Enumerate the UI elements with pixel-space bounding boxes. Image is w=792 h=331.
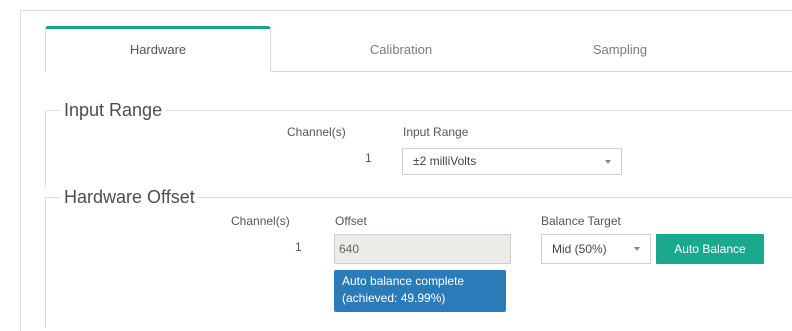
offset-header: Offset xyxy=(335,214,367,228)
tab-calibration[interactable]: Calibration xyxy=(315,26,487,70)
input-range-select[interactable]: ±2 milliVolts xyxy=(402,148,622,175)
tab-sampling[interactable]: Sampling xyxy=(515,26,725,70)
offset-field[interactable]: 640 xyxy=(334,234,511,264)
auto-balance-status-tooltip: Auto balance complete (achieved: 49.99%) xyxy=(334,270,506,312)
balance-target-select-value: Mid (50%) xyxy=(552,242,607,256)
balance-target-header: Balance Target xyxy=(541,214,621,228)
input-range-channel-value: 1 xyxy=(365,151,372,165)
input-range-legend: Input Range xyxy=(60,99,167,121)
input-range-header: Input Range xyxy=(403,125,469,139)
chevron-down-icon xyxy=(605,159,611,164)
hardware-offset-channel-value: 1 xyxy=(295,240,302,254)
auto-balance-button[interactable]: Auto Balance xyxy=(656,234,764,264)
input-range-channel-header: Channel(s) xyxy=(287,125,346,139)
tab-bar: Hardware Calibration Sampling xyxy=(45,26,792,72)
chevron-down-icon xyxy=(634,247,640,251)
input-range-select-value: ±2 milliVolts xyxy=(413,154,477,168)
tab-hardware[interactable]: Hardware xyxy=(45,26,271,72)
hardware-offset-legend: Hardware Offset xyxy=(60,186,199,208)
tab-divider xyxy=(270,71,792,72)
status-line-1: Auto balance complete xyxy=(342,274,465,288)
balance-target-select[interactable]: Mid (50%) xyxy=(541,234,651,264)
status-line-2: (achieved: 49.99%) xyxy=(342,291,446,305)
hardware-offset-channel-header: Channel(s) xyxy=(231,214,290,228)
